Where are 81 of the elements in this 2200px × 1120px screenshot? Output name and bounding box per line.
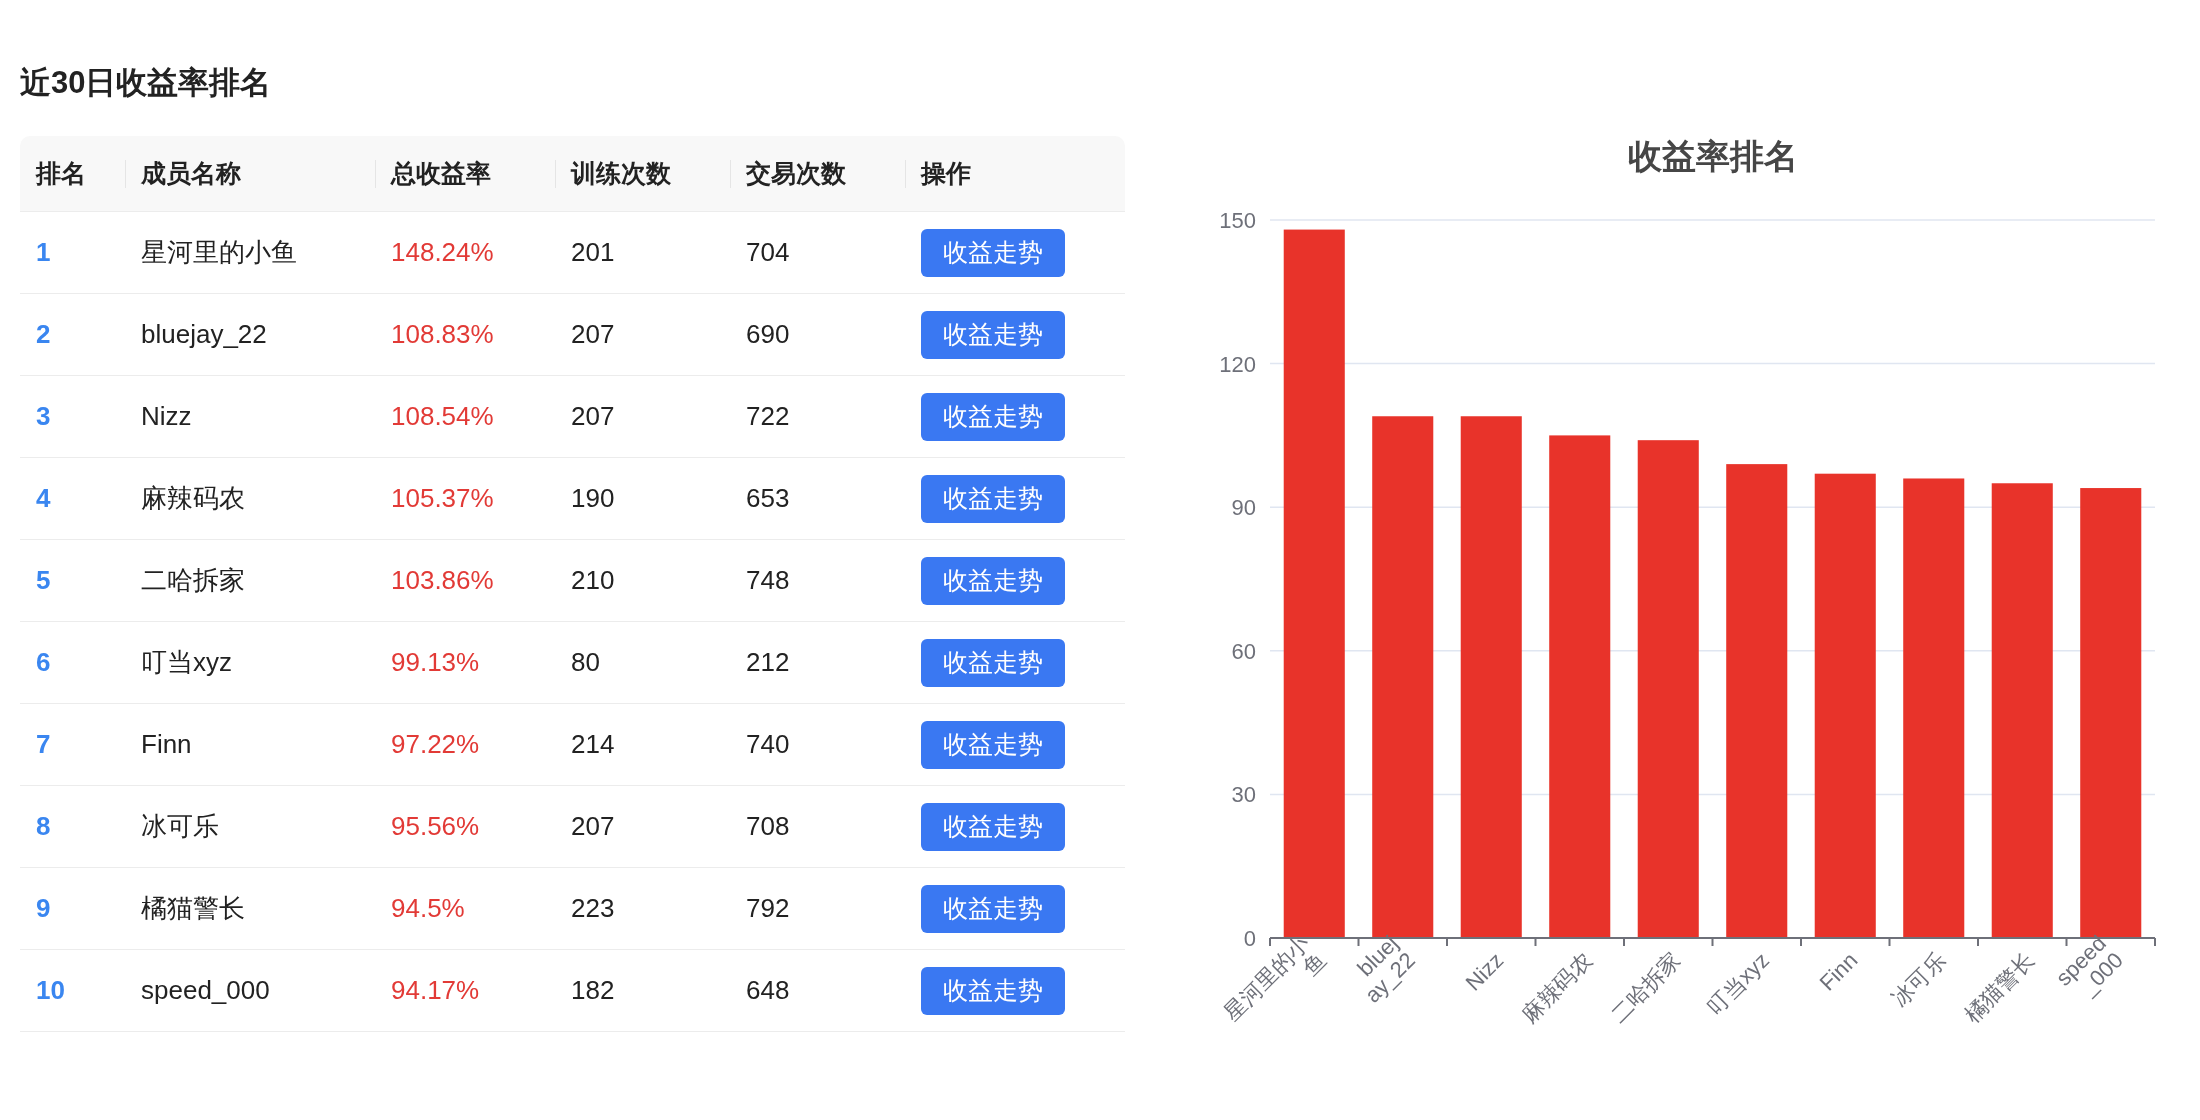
return-rate: 105.37% xyxy=(391,483,494,514)
rank-number: 6 xyxy=(36,647,51,678)
column-header: 成员名称 xyxy=(141,158,241,189)
y-axis-label: 30 xyxy=(1231,782,1256,808)
column-header: 排名 xyxy=(36,158,86,189)
member-name: Finn xyxy=(141,729,192,760)
member-name: speed_000 xyxy=(141,975,270,1006)
column-header: 交易次数 xyxy=(746,158,846,189)
rank-number: 10 xyxy=(36,975,65,1006)
member-name: bluejay_22 xyxy=(141,319,267,350)
x-axis-label: 橘猫警长 xyxy=(1959,947,2040,1028)
trade-count: 740 xyxy=(746,729,790,760)
return-rate: 103.86% xyxy=(391,565,494,596)
return-rate: 108.54% xyxy=(391,401,494,432)
trend-button[interactable]: 收益走势 xyxy=(921,310,1065,359)
y-axis-label: 120 xyxy=(1219,351,1256,377)
return-rate: 148.24% xyxy=(391,237,494,268)
x-axis-label: 叮当xyz xyxy=(1701,947,1774,1020)
training-count: 223 xyxy=(571,893,615,924)
x-axis-label: Nizz xyxy=(1460,947,1509,996)
y-axis-label: 60 xyxy=(1231,638,1256,664)
return-rate: 94.17% xyxy=(391,975,480,1006)
trend-button[interactable]: 收益走势 xyxy=(921,720,1065,769)
training-count: 207 xyxy=(571,319,615,350)
return-rate: 99.13% xyxy=(391,647,480,678)
x-axis-label: 冰可乐 xyxy=(1886,947,1951,1012)
x-axis-label: 二哈拆家 xyxy=(1605,947,1686,1028)
trend-button[interactable]: 收益走势 xyxy=(921,884,1065,933)
trade-count: 722 xyxy=(746,401,790,432)
member-name: 麻辣码农 xyxy=(141,482,245,515)
rank-number: 8 xyxy=(36,811,51,842)
training-count: 190 xyxy=(571,483,615,514)
rank-number: 2 xyxy=(36,319,51,350)
rank-number: 3 xyxy=(36,401,51,432)
trade-count: 690 xyxy=(746,319,790,350)
trade-count: 748 xyxy=(746,565,790,596)
column-header: 操作 xyxy=(921,158,971,189)
trade-count: 704 xyxy=(746,237,790,268)
member-name: Nizz xyxy=(141,401,192,432)
trade-count: 708 xyxy=(746,811,790,842)
trend-button[interactable]: 收益走势 xyxy=(921,966,1065,1015)
rank-number: 4 xyxy=(36,483,51,514)
return-rate: 97.22% xyxy=(391,729,480,760)
trend-button[interactable]: 收益走势 xyxy=(921,392,1065,441)
trend-button[interactable]: 收益走势 xyxy=(921,228,1065,277)
trade-count: 653 xyxy=(746,483,790,514)
rank-number: 7 xyxy=(36,729,51,760)
return-rate: 95.56% xyxy=(391,811,480,842)
column-header: 总收益率 xyxy=(391,158,491,189)
training-count: 214 xyxy=(571,729,615,760)
page-title: 近30日收益率排名 xyxy=(20,64,272,102)
trend-button[interactable]: 收益走势 xyxy=(921,638,1065,687)
trade-count: 212 xyxy=(746,647,790,678)
chart-title: 收益率排名 xyxy=(1627,137,1798,175)
member-name: 冰可乐 xyxy=(141,810,219,843)
training-count: 201 xyxy=(571,237,615,268)
y-axis-label: 150 xyxy=(1219,208,1256,233)
rank-number: 1 xyxy=(36,237,51,268)
trend-button[interactable]: 收益走势 xyxy=(921,474,1065,523)
training-count: 210 xyxy=(571,565,615,596)
column-header: 训练次数 xyxy=(571,158,671,189)
rank-number: 9 xyxy=(36,893,51,924)
trade-count: 648 xyxy=(746,975,790,1006)
trend-button[interactable]: 收益走势 xyxy=(921,556,1065,605)
x-axis-label: 麻辣码农 xyxy=(1517,947,1597,1028)
member-name: 二哈拆家 xyxy=(141,564,245,597)
y-axis-label: 0 xyxy=(1243,926,1256,951)
trend-button[interactable]: 收益走势 xyxy=(921,802,1065,851)
trade-count: 792 xyxy=(746,893,790,924)
member-name: 橘猫警长 xyxy=(141,892,245,925)
return-rate: 94.5% xyxy=(391,893,465,924)
training-count: 182 xyxy=(571,975,615,1006)
x-axis-label: Finn xyxy=(1814,947,1863,996)
training-count: 80 xyxy=(571,647,600,678)
return-rate: 108.83% xyxy=(391,319,494,350)
training-count: 207 xyxy=(571,811,615,842)
member-name: 叮当xyz xyxy=(141,646,232,679)
rank-number: 5 xyxy=(36,565,51,596)
y-axis-label: 90 xyxy=(1231,495,1256,521)
member-name: 星河里的小鱼 xyxy=(141,236,297,269)
training-count: 207 xyxy=(571,401,615,432)
